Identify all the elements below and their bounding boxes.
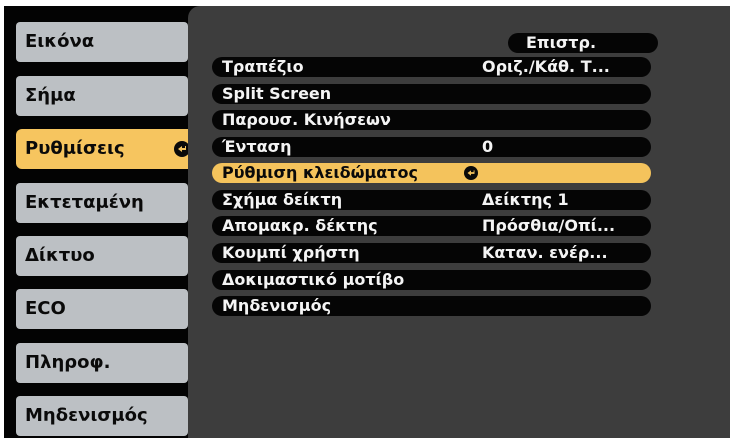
sidebar-item-label: Πληροφ. xyxy=(25,352,111,373)
sidebar-item-reset[interactable]: Μηδενισμός xyxy=(16,396,188,436)
enter-icon xyxy=(464,166,478,180)
row-value: Δείκτης 1 xyxy=(482,190,569,209)
sidebar-item-settings[interactable]: Ρυθμίσεις xyxy=(16,129,202,169)
sidebar-item-extended[interactable]: Εκτεταμένη xyxy=(16,183,188,223)
sidebar-item-label: ECO xyxy=(25,298,66,319)
back-button[interactable]: Επιστρ. xyxy=(508,33,658,53)
row-value: 0 xyxy=(482,137,494,156)
menu-row-user-button[interactable]: Κουμπί χρήστη Καταν. ενέρ... xyxy=(212,243,651,263)
settings-panel: Επιστρ. Τραπέζιο Οριζ./Κάθ. Τ... Split Sc… xyxy=(188,6,730,438)
row-label: Κουμπί χρήστη xyxy=(222,243,360,262)
menu-row-pointer-shape[interactable]: Σχήμα δείκτη Δείκτης 1 xyxy=(212,190,651,210)
menu-row-reset[interactable]: Μηδενισμός xyxy=(212,296,651,316)
row-label: Split Screen xyxy=(222,84,332,103)
row-label: Μηδενισμός xyxy=(222,296,332,315)
menu-row-test-pattern[interactable]: Δοκιμαστικό μοτίβο xyxy=(212,270,651,290)
sidebar-item-network[interactable]: Δίκτυο xyxy=(16,236,188,276)
sidebar-item-info[interactable]: Πληροφ. xyxy=(16,343,188,383)
sidebar-item-label: Εκτεταμένη xyxy=(25,192,144,213)
row-label: Ένταση xyxy=(222,137,292,156)
menu-row-lock-setting[interactable]: Ρύθμιση κλειδώματος xyxy=(212,163,651,183)
sidebar-item-image[interactable]: Εικόνα xyxy=(16,22,188,62)
sidebar-item-eco[interactable]: ECO xyxy=(16,289,188,329)
projector-menu-screen: Εικόνα Σήμα Ρυθμίσεις Εκτεταμένη Δίκτυο … xyxy=(4,6,730,438)
menu-row-keystone[interactable]: Τραπέζιο Οριζ./Κάθ. Τ... xyxy=(212,57,651,77)
row-label: Τραπέζιο xyxy=(222,57,304,76)
row-value: Οριζ./Κάθ. Τ... xyxy=(482,57,610,76)
menu-row-presentation-motion[interactable]: Παρουσ. Κινήσεων xyxy=(212,110,651,130)
menu-row-remote-receiver[interactable]: Απομακρ. δέκτης Πρόσθια/Οπί... xyxy=(212,216,651,236)
sidebar-item-label: Εικόνα xyxy=(25,31,95,52)
sidebar-item-label: Δίκτυο xyxy=(25,245,95,266)
menu-row-split-screen[interactable]: Split Screen xyxy=(212,84,651,104)
sidebar-item-label: Σήμα xyxy=(25,85,76,106)
row-value: Καταν. ενέρ... xyxy=(482,243,608,262)
sidebar-item-signal[interactable]: Σήμα xyxy=(16,76,188,116)
sidebar-item-label: Ρυθμίσεις xyxy=(25,138,125,159)
row-label: Σχήμα δείκτη xyxy=(222,190,343,209)
row-label: Παρουσ. Κινήσεων xyxy=(222,110,391,129)
sidebar-item-label: Μηδενισμός xyxy=(25,405,148,426)
back-label: Επιστρ. xyxy=(526,33,597,52)
row-label: Απομακρ. δέκτης xyxy=(222,216,378,235)
menu-row-volume[interactable]: Ένταση 0 xyxy=(212,137,651,157)
row-label: Ρύθμιση κλειδώματος xyxy=(222,163,418,182)
row-value: Πρόσθια/Οπί... xyxy=(482,216,616,235)
row-label: Δοκιμαστικό μοτίβο xyxy=(222,270,405,289)
menu-sidebar: Εικόνα Σήμα Ρυθμίσεις Εκτεταμένη Δίκτυο … xyxy=(4,6,202,438)
